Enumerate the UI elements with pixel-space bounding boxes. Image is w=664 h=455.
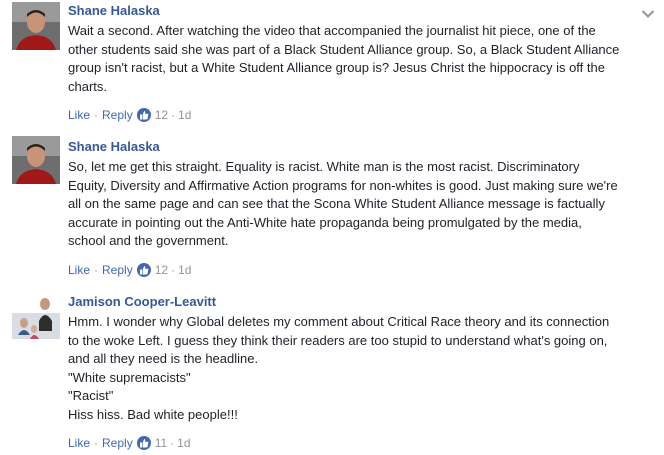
comment-line: Hiss hiss. Bad white people!!! [68, 406, 238, 422]
comment-line: Hmm. I wonder why Global deletes my comm… [68, 314, 610, 329]
like-link[interactable]: Like [68, 436, 90, 450]
reply-link[interactable]: Reply [102, 436, 133, 450]
avatar-photo [12, 291, 60, 339]
separator: · [94, 263, 99, 277]
separator: · [171, 108, 176, 122]
comment-line: to the woke Left. I guess they think the… [68, 332, 608, 348]
reply-link[interactable]: Reply [102, 263, 133, 277]
comment-text: Wait a second. After watching the video … [68, 22, 658, 96]
thumbs-up-icon[interactable] [136, 436, 151, 450]
chevron-down-icon[interactable] [641, 6, 655, 18]
timestamp[interactable]: 1d [177, 436, 190, 450]
separator: · [94, 436, 99, 450]
comment-actions: Like · Reply 11 · 1d [68, 436, 191, 450]
like-count[interactable]: 11 [155, 436, 167, 450]
thumbs-up-icon[interactable] [136, 108, 151, 122]
like-count[interactable]: 12 [155, 263, 168, 277]
comment-line: Wait a second. After watching the video … [68, 23, 596, 38]
comment-author[interactable]: Shane Halaska [68, 3, 160, 18]
comment-actions: Like · Reply 12 · 1d [68, 108, 191, 122]
comment-line: and all they need is the headline. [68, 351, 259, 366]
avatar[interactable] [12, 291, 60, 339]
thumbs-up-icon[interactable] [136, 263, 151, 277]
avatar[interactable] [12, 136, 60, 184]
comment-line: school and the government. [68, 233, 229, 248]
separator: · [170, 436, 175, 450]
comment-actions: Like · Reply 12 · 1d [68, 263, 191, 277]
comment-line: accurate in pointing out the Anti-White … [68, 214, 582, 230]
avatar[interactable] [12, 2, 60, 50]
like-link[interactable]: Like [68, 108, 90, 122]
comment-line: charts. [68, 78, 108, 94]
comment-line: Equity, Diversity and Affirmative Action… [68, 177, 618, 193]
comment-text: So, let me get this straight. Equality i… [68, 158, 658, 251]
comment-line: group isn't racist, but a White Student … [68, 60, 605, 75]
comment-line: all on the same page and can see that th… [68, 196, 605, 211]
comment-line: "Racist" [68, 388, 114, 403]
reply-link[interactable]: Reply [102, 108, 133, 122]
timestamp[interactable]: 1d [178, 263, 191, 277]
comment-author[interactable]: Jamison Cooper-Leavitt [68, 294, 216, 309]
comment-author[interactable]: Shane Halaska [68, 139, 160, 154]
like-link[interactable]: Like [68, 263, 90, 277]
comment-line: "White supremacists" [68, 369, 191, 385]
separator: · [171, 263, 176, 277]
comment-line: So, let me get this straight. Equality i… [68, 159, 580, 174]
avatar-photo [12, 136, 60, 184]
separator: · [94, 108, 99, 122]
like-count[interactable]: 12 [155, 108, 168, 122]
comment-line: other students said she was part of a Bl… [68, 41, 620, 57]
comment-text: Hmm. I wonder why Global deletes my comm… [68, 313, 658, 424]
timestamp[interactable]: 1d [178, 108, 191, 122]
avatar-photo [12, 2, 60, 50]
